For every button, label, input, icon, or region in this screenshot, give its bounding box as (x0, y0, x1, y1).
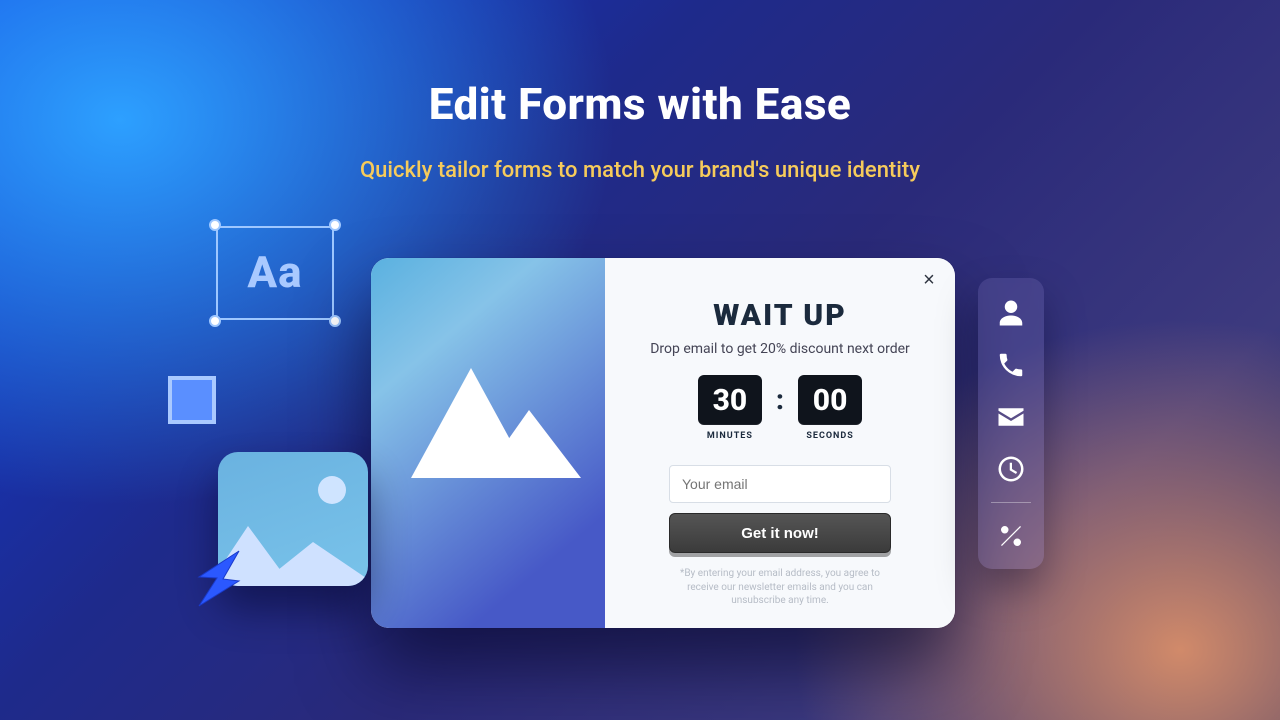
popup-content-panel: × WAIT UP Drop email to get 20% discount… (605, 258, 955, 628)
resize-handle-top-left[interactable] (209, 219, 221, 231)
hero-title: Edit Forms with Ease (0, 78, 1280, 130)
countdown-seconds-value: 00 (798, 375, 862, 425)
cursor-arrow-icon (194, 546, 254, 616)
countdown-seconds-label: SECONDS (798, 431, 862, 441)
image-sun-icon (318, 476, 346, 504)
fine-print: *By entering your email address, you agr… (677, 567, 883, 608)
countdown-minutes-value: 30 (698, 375, 762, 425)
popup-title: WAIT UP (641, 298, 919, 333)
phone-icon (996, 350, 1026, 380)
user-icon (996, 298, 1026, 328)
countdown-separator: : (776, 375, 784, 425)
hero-subtitle: Quickly tailor forms to match your brand… (0, 158, 1280, 183)
mail-icon (996, 402, 1026, 432)
element-toolbar (978, 278, 1044, 569)
text-sample-aa: Aa (216, 246, 334, 298)
toolbar-phone-button[interactable] (988, 342, 1034, 388)
percent-icon (996, 521, 1026, 551)
resize-handle-bottom-left[interactable] (209, 315, 221, 327)
resize-handle-bottom-right[interactable] (329, 315, 341, 327)
toolbar-clock-button[interactable] (988, 446, 1034, 492)
popup-subtitle: Drop email to get 20% discount next orde… (641, 341, 919, 357)
toolbar-user-button[interactable] (988, 290, 1034, 336)
email-field[interactable] (669, 465, 891, 503)
toolbar-percent-button[interactable] (988, 513, 1034, 559)
close-button[interactable]: × (917, 268, 941, 292)
color-swatch[interactable] (168, 376, 216, 424)
toolbar-mail-button[interactable] (988, 394, 1034, 440)
countdown-timer: 30 MINUTES : 00 SECONDS (641, 375, 919, 441)
text-transform-box[interactable]: Aa (216, 226, 334, 320)
form-preview-popup: × WAIT UP Drop email to get 20% discount… (371, 258, 955, 628)
submit-button[interactable]: Get it now! (669, 513, 891, 553)
mountains-icon (411, 368, 581, 508)
resize-handle-top-right[interactable] (329, 219, 341, 231)
toolbar-divider (991, 502, 1031, 503)
hero-stage: Edit Forms with Ease Quickly tailor form… (0, 0, 1280, 720)
clock-icon (996, 454, 1026, 484)
popup-image-panel (371, 258, 605, 628)
countdown-minutes-label: MINUTES (698, 431, 762, 441)
